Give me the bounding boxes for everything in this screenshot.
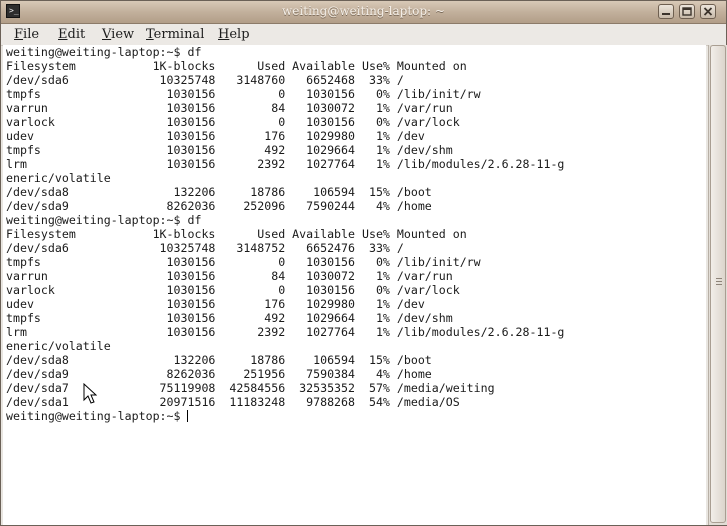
menu-terminal[interactable]: Terminal	[146, 26, 204, 43]
minimize-button[interactable]	[658, 4, 674, 19]
scrollbar-thumb[interactable]	[710, 45, 726, 523]
terminal-output-line: varrun 1030156 84 1030072 1% /var/run	[6, 269, 453, 283]
terminal-output-line: /dev/sda6 10325748 3148760 6652468 33% /	[6, 73, 404, 87]
text-cursor	[187, 410, 189, 422]
terminal-output-area[interactable]: weiting@weiting-laptop:~$ df Filesystem …	[3, 45, 706, 525]
terminal-command-line: weiting@weiting-laptop:~$ df	[6, 45, 202, 59]
terminal-output-line: /dev/sda7 75119908 42584556 32535352 57%…	[6, 381, 495, 395]
terminal-output-line: eneric/volatile	[6, 171, 111, 185]
minimize-icon	[662, 13, 670, 15]
terminal-text: weiting@weiting-laptop:~$ df Filesystem …	[6, 45, 564, 423]
maximize-icon	[682, 7, 692, 16]
menu-view[interactable]: View	[102, 26, 134, 43]
terminal-prompt: weiting@weiting-laptop:~$	[6, 409, 188, 423]
close-icon	[703, 7, 713, 16]
terminal-window: >_ weiting@weiting-laptop: ~ File Edit V…	[0, 0, 727, 526]
title-bar[interactable]: >_ weiting@weiting-laptop: ~	[1, 1, 726, 24]
vertical-scrollbar[interactable]	[708, 45, 727, 525]
terminal-output-line: tmpfs 1030156 0 1030156 0% /lib/init/rw	[6, 255, 481, 269]
close-button[interactable]	[700, 4, 716, 19]
terminal-output-line: varlock 1030156 0 1030156 0% /var/lock	[6, 115, 460, 129]
terminal-output-line: Filesystem 1K-blocks Used Available Use%…	[6, 59, 467, 73]
terminal-output-line: tmpfs 1030156 492 1029664 1% /dev/shm	[6, 311, 453, 325]
terminal-output-line: varlock 1030156 0 1030156 0% /var/lock	[6, 283, 460, 297]
terminal-output-line: Filesystem 1K-blocks Used Available Use%…	[6, 227, 467, 241]
terminal-output-line: varrun 1030156 84 1030072 1% /var/run	[6, 101, 453, 115]
terminal-output-line: lrm 1030156 2392 1027764 1% /lib/modules…	[6, 157, 565, 171]
menu-edit[interactable]: Edit	[58, 26, 85, 43]
terminal-output-line: tmpfs 1030156 492 1029664 1% /dev/shm	[6, 143, 453, 157]
menu-bar: File Edit View Terminal Help	[1, 24, 726, 46]
maximize-button[interactable]	[679, 4, 695, 19]
terminal-output-line: udev 1030156 176 1029980 1% /dev	[6, 129, 425, 143]
menu-file[interactable]: File	[14, 26, 39, 43]
menu-help[interactable]: Help	[218, 26, 250, 43]
terminal-output-line: /dev/sda9 8262036 251956 7590384 4% /hom…	[6, 367, 432, 381]
window-title: weiting@weiting-laptop: ~	[282, 4, 445, 18]
mouse-pointer-icon	[83, 383, 97, 404]
terminal-output-line: /dev/sda6 10325748 3148752 6652476 33% /	[6, 241, 404, 255]
terminal-output-line: /dev/sda9 8262036 252096 7590244 4% /hom…	[6, 199, 432, 213]
terminal-output-line: /dev/sda1 20971516 11183248 9788268 54% …	[6, 395, 460, 409]
terminal-output-line: /dev/sda8 132206 18786 106594 15% /boot	[6, 353, 432, 367]
terminal-output-line: eneric/volatile	[6, 339, 111, 353]
terminal-output-line: tmpfs 1030156 0 1030156 0% /lib/init/rw	[6, 87, 481, 101]
terminal-output-line: lrm 1030156 2392 1027764 1% /lib/modules…	[6, 325, 565, 339]
terminal-command-line: weiting@weiting-laptop:~$ df	[6, 213, 202, 227]
terminal-output-line: /dev/sda8 132206 18786 106594 15% /boot	[6, 185, 432, 199]
scrollbar-grip-icon	[716, 278, 722, 286]
terminal-output-line: udev 1030156 176 1029980 1% /dev	[6, 297, 425, 311]
